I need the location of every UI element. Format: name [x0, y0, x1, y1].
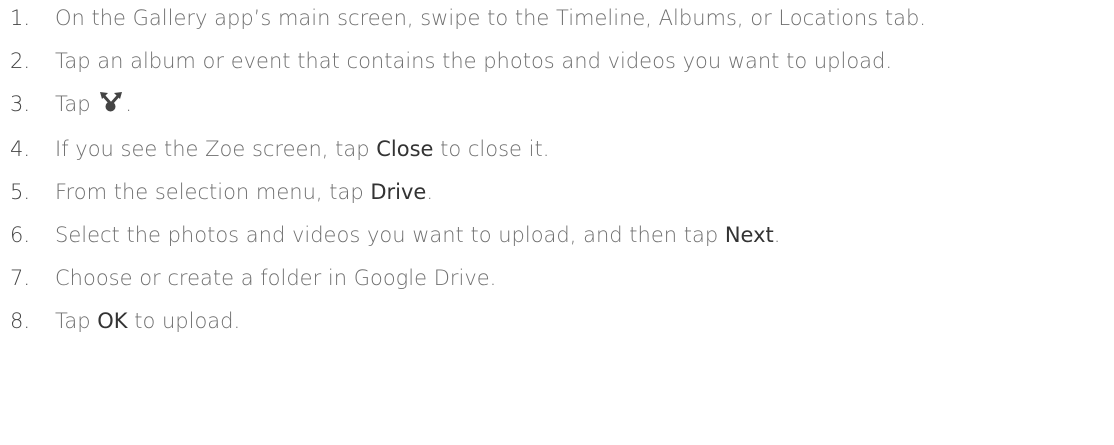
- step-number: 5.: [10, 180, 31, 204]
- step-text: On the Gallery app’s main screen, swipe …: [55, 6, 926, 30]
- step-8: 8. Tap OK to upload.: [10, 305, 1110, 338]
- step-number: 3.: [10, 92, 31, 116]
- step-number: 4.: [10, 137, 31, 161]
- step-text-pre: If you see the Zoe screen, tap: [55, 137, 377, 161]
- step-7: 7. Choose or create a folder in Google D…: [10, 262, 1110, 295]
- step-text-post: to close it.: [433, 137, 550, 161]
- step-text-post: .: [426, 180, 434, 204]
- step-text-post: .: [773, 223, 781, 247]
- step-5: 5. From the selection menu, tap Drive.: [10, 176, 1110, 209]
- step-text: Choose or create a folder in Google Driv…: [55, 266, 497, 290]
- step-number: 7.: [10, 266, 31, 290]
- step-number: 6.: [10, 223, 31, 247]
- ui-term-ok: OK: [97, 309, 128, 333]
- step-3: 3. Tap .: [10, 88, 1110, 123]
- step-text-post: .: [125, 92, 132, 116]
- step-text-post: to upload.: [127, 309, 241, 333]
- ui-term-drive: Drive: [370, 180, 427, 204]
- instruction-list: 1. On the Gallery app’s main screen, swi…: [10, 2, 1110, 348]
- step-2: 2. Tap an album or event that contains t…: [10, 45, 1110, 78]
- step-text: Tap an album or event that contains the …: [55, 49, 893, 73]
- ui-term-close: Close: [376, 137, 434, 161]
- step-text-pre: Tap: [55, 92, 98, 116]
- step-4: 4. If you see the Zoe screen, tap Close …: [10, 133, 1110, 166]
- ui-term-next: Next: [724, 223, 774, 247]
- step-number: 1.: [10, 6, 31, 30]
- step-number: 8.: [10, 309, 31, 333]
- step-number: 2.: [10, 49, 31, 73]
- step-text-pre: Select the photos and videos you want to…: [55, 223, 725, 247]
- step-1: 1. On the Gallery app’s main screen, swi…: [10, 2, 1110, 35]
- step-text-pre: From the selection menu, tap: [55, 180, 371, 204]
- share-icon: [98, 90, 124, 123]
- step-text-pre: Tap: [55, 309, 98, 333]
- step-6: 6. Select the photos and videos you want…: [10, 219, 1110, 252]
